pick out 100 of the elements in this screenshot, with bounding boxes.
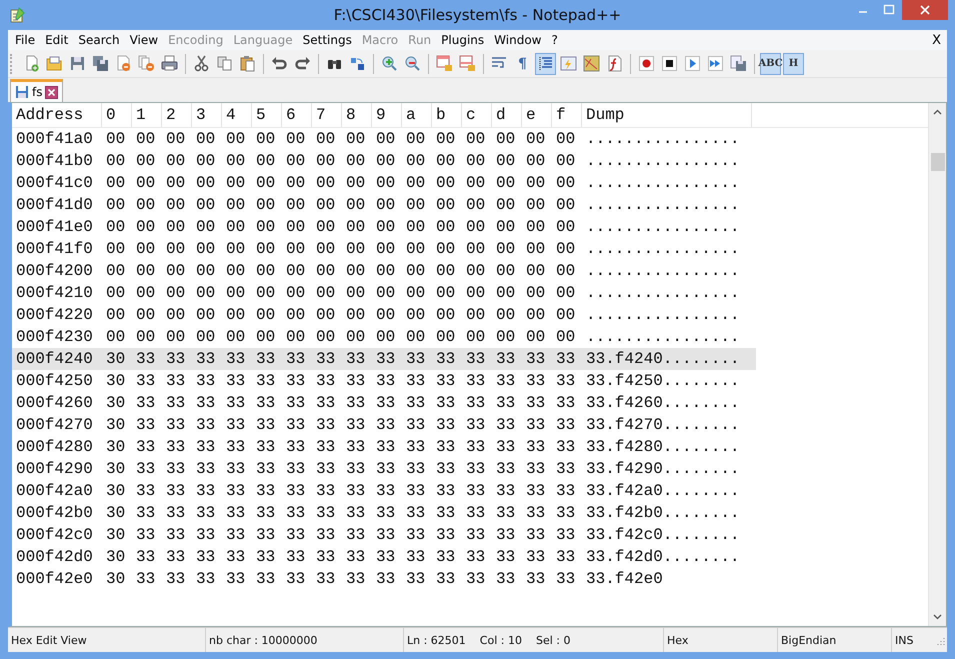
hex-byte-cell-text: 00 <box>105 174 126 192</box>
scrollbar-thumb[interactable] <box>930 153 944 171</box>
dump-cell-text: 33.f42c0........ <box>585 526 741 544</box>
vertical-scrollbar[interactable] <box>928 103 946 626</box>
column-header: 4 <box>222 103 252 127</box>
hex-byte-cell-text: 00 <box>315 196 336 214</box>
column-header: 1 <box>132 103 162 127</box>
resize-grip-icon[interactable] <box>935 635 945 645</box>
hex-byte-cell-text: 33 <box>435 416 456 434</box>
hex-byte-cell-text: 30 <box>105 350 126 368</box>
fast-forward-icon[interactable] <box>707 55 724 72</box>
address-cell-text: 000f41a0 <box>15 130 94 148</box>
hex-byte-cell-text: 33 <box>375 460 396 478</box>
hex-byte-cell-text: 33 <box>495 526 516 544</box>
hex-byte-cell-text: 33 <box>495 350 516 368</box>
clipboard-icon[interactable] <box>239 55 256 72</box>
floppy-disks-icon[interactable] <box>92 55 109 72</box>
hex-byte-cell-text: 33 <box>495 394 516 412</box>
hex-byte-cell-text: 33 <box>345 394 366 412</box>
status-text: Sel : 0 <box>536 634 570 646</box>
hex-byte-cell-text: 00 <box>225 152 246 170</box>
address-cell-text: 000f4200 <box>15 262 94 280</box>
folder-icon[interactable] <box>46 55 63 72</box>
hex-byte-cell-text: 33 <box>405 350 426 368</box>
menu-item[interactable]: Edit <box>40 33 74 47</box>
column-header: 0 <box>102 103 132 127</box>
hex-byte-cell-text: 00 <box>525 152 546 170</box>
hex-byte-cell-text: 33 <box>165 526 186 544</box>
zoom-in-icon[interactable] <box>381 55 398 72</box>
hex-byte-cell-text: 00 <box>525 174 546 192</box>
hex-byte-cell-text: 33 <box>345 570 366 588</box>
toolbar-button[interactable]: ¶ <box>512 52 533 74</box>
notepad-icon <box>9 7 25 23</box>
hex-byte-cell-text: 33 <box>225 350 246 368</box>
hex-byte-cell-text: 00 <box>255 130 276 148</box>
hex-byte-cell-text: 33 <box>255 372 276 390</box>
documents-close-icon[interactable] <box>138 55 155 72</box>
hex-byte-cell-text: 00 <box>375 196 396 214</box>
hex-byte-cell-text: 00 <box>435 218 456 236</box>
menu-item[interactable]: Search <box>73 33 125 47</box>
hex-byte-cell-text: 33 <box>375 548 396 566</box>
hex-byte-cell-text: 00 <box>255 152 276 170</box>
hex-byte-cell-text: 00 <box>225 284 246 302</box>
hex-byte-cell-text: 33 <box>165 548 186 566</box>
save-macro-icon[interactable] <box>730 55 747 72</box>
printer-icon[interactable] <box>161 55 178 72</box>
hex-byte-cell-text: 00 <box>195 262 216 280</box>
close-icon[interactable] <box>45 86 58 98</box>
dump-cell-text: ................ <box>585 152 741 170</box>
hex-byte-cell-text: 33 <box>225 526 246 544</box>
status-text: Hex <box>664 628 778 652</box>
hex-byte-cell-text: 00 <box>345 130 366 148</box>
zoom-out-icon[interactable] <box>404 55 421 72</box>
hex-byte-cell-text: 00 <box>375 152 396 170</box>
play-icon[interactable] <box>684 55 701 72</box>
replace-icon[interactable] <box>349 55 366 72</box>
function-document-icon[interactable] <box>606 55 623 72</box>
menu-item[interactable]: Plugins <box>436 33 490 47</box>
hex-byte-cell-text: 00 <box>165 262 186 280</box>
undo-icon[interactable] <box>271 55 288 72</box>
address-cell-text: 000f42b0 <box>15 504 94 522</box>
toolbar-button[interactable]: ABC <box>760 52 781 74</box>
scissors-icon[interactable] <box>193 55 210 72</box>
stop-icon[interactable] <box>661 55 678 72</box>
address-cell-text: 000f41f0 <box>15 240 94 258</box>
menu-item[interactable]: ? <box>546 33 563 47</box>
menu-item[interactable]: Window <box>489 33 546 47</box>
hex-byte-cell-text: 33 <box>555 482 576 500</box>
column-header: Address <box>12 103 102 127</box>
toolbar-button[interactable]: H <box>783 52 804 74</box>
hex-byte-cell-text: 00 <box>315 130 336 148</box>
hex-byte-cell-text: 33 <box>345 548 366 566</box>
hex-byte-cell-text: 33 <box>405 394 426 412</box>
column-header: f <box>552 103 582 127</box>
menu-item[interactable]: Settings <box>298 33 357 47</box>
address-cell-text: 000f4230 <box>15 328 94 346</box>
document-close-icon[interactable] <box>115 55 132 72</box>
record-icon[interactable] <box>638 55 655 72</box>
hex-byte-cell-text: 30 <box>105 504 126 522</box>
hex-byte-cell-text: 33 <box>375 482 396 500</box>
close-document-button[interactable]: X <box>926 32 947 48</box>
dump-cell-text: ................ <box>585 196 741 214</box>
hex-byte-cell-text: 33 <box>285 504 306 522</box>
redo-icon[interactable] <box>294 55 311 72</box>
hex-byte-cell-text: 00 <box>345 306 366 324</box>
hex-byte-cell-text: 00 <box>105 218 126 236</box>
document-tab[interactable]: fs <box>10 79 64 102</box>
menu-item[interactable]: View <box>124 33 164 47</box>
hex-byte-cell-text: 33 <box>465 504 486 522</box>
hex-byte-cell-text: 33 <box>195 548 216 566</box>
toolbar-button[interactable] <box>535 52 556 74</box>
lightning-window-icon[interactable] <box>560 55 577 72</box>
hex-byte-cell-text: 33 <box>195 350 216 368</box>
hex-byte-cell-text: 00 <box>555 240 576 258</box>
column-header: 5 <box>252 103 282 127</box>
hex-byte-cell-text: 33 <box>555 394 576 412</box>
menu-item[interactable]: File <box>10 33 40 47</box>
close-button[interactable] <box>902 0 948 20</box>
copy-icon[interactable] <box>216 55 233 72</box>
hex-byte-cell-text: 33 <box>345 416 366 434</box>
